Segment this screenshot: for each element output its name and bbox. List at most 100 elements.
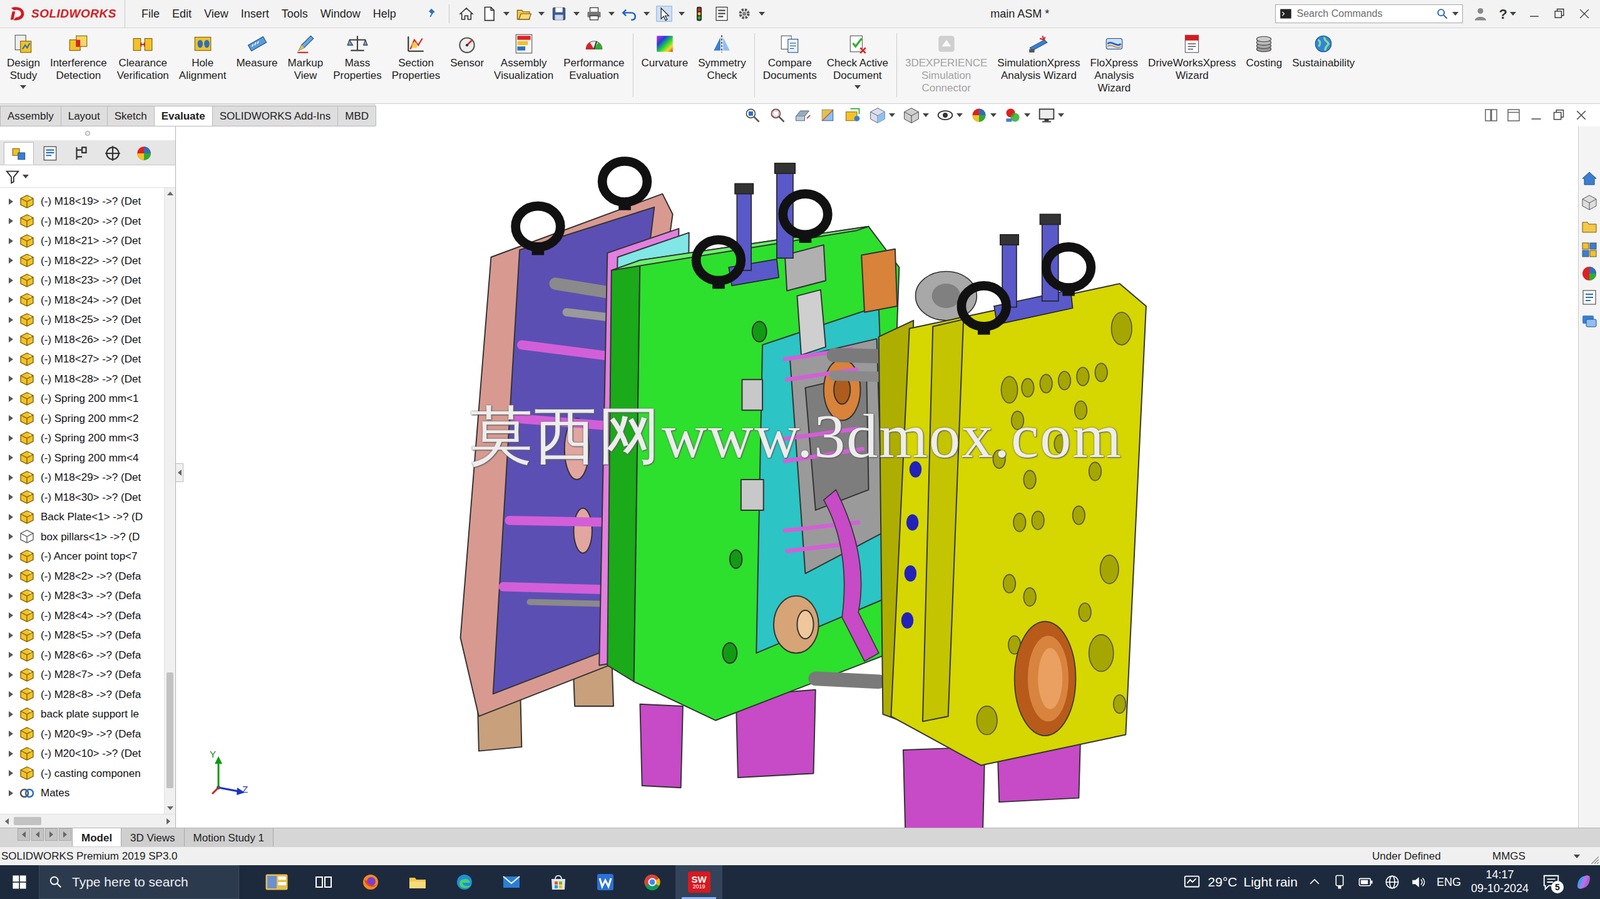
search-input[interactable] [1295, 5, 1433, 22]
expand-toggle[interactable] [8, 356, 14, 363]
windows-logo-icon[interactable] [11, 873, 28, 891]
scroll-thumb[interactable] [166, 672, 174, 789]
view-tool[interactable] [743, 106, 762, 124]
new-document-icon[interactable] [480, 5, 498, 22]
file-explorer-icon[interactable] [1579, 216, 1599, 236]
menu-item[interactable]: Insert [235, 3, 275, 26]
expand-toggle[interactable] [8, 572, 14, 580]
forum-icon[interactable] [1579, 311, 1599, 331]
view-orientation-icon[interactable] [868, 106, 887, 124]
expand-toggle[interactable] [8, 789, 14, 797]
tree-item[interactable]: (-) M28<4> ->? (Defa [0, 605, 165, 626]
doc-minimize-icon[interactable] [1528, 107, 1544, 123]
expand-toggle[interactable] [8, 296, 14, 303]
hscroll-track[interactable] [13, 814, 162, 828]
design-library-icon[interactable] [1579, 192, 1599, 212]
ribbon-button[interactable]: SectionProperties [387, 33, 445, 83]
expand-toggle[interactable] [8, 612, 14, 619]
previous-view-icon[interactable] [793, 106, 812, 124]
ribbon-button[interactable]: SimulationXpressAnalysis Wizard [992, 33, 1085, 83]
view-tool[interactable] [843, 106, 862, 124]
ribbon-button[interactable]: Sensor [445, 33, 489, 70]
dropdown-arrow-icon[interactable] [854, 85, 861, 89]
scroll-up-button[interactable] [167, 187, 174, 200]
taskbar-app[interactable] [628, 865, 676, 899]
input-language[interactable]: ENG [1436, 873, 1462, 891]
taskbar-app[interactable] [393, 865, 441, 899]
show-hidden-icons-icon[interactable] [1307, 875, 1322, 889]
view-palette-icon[interactable] [1579, 240, 1599, 260]
dynamic-annotation-icon[interactable] [843, 106, 862, 124]
ribbon-button[interactable]: Costing [1241, 33, 1288, 70]
dropdown-arrow-icon[interactable] [22, 174, 29, 179]
dropdown-arrow-icon[interactable] [678, 11, 685, 16]
copilot-icon[interactable] [1573, 871, 1594, 893]
file-properties-icon[interactable] [713, 5, 730, 22]
ribbon-button[interactable]: MassProperties [328, 33, 386, 83]
help-menu[interactable]: ? [1499, 3, 1517, 25]
horizontal-scrollbar[interactable] [0, 813, 176, 828]
view-tool[interactable] [868, 106, 896, 124]
tree-item[interactable]: (-) M28<3> ->? (Defa [0, 585, 165, 606]
tab-scroll-button[interactable] [17, 828, 31, 841]
tree-item[interactable]: (-) M28<5> ->? (Defa [0, 625, 165, 646]
tree-item[interactable]: Back Plate<1> ->? (D [0, 507, 165, 528]
rebuild-icon[interactable] [691, 5, 708, 22]
options-gear-icon[interactable] [736, 5, 753, 22]
view-tool[interactable] [793, 106, 812, 124]
taskbar-search-input[interactable] [70, 871, 239, 893]
ribbon-button[interactable]: PerformanceEvaluation [558, 33, 629, 83]
apply-scene-icon[interactable] [1004, 106, 1022, 124]
vertical-scrollbar[interactable] [164, 187, 176, 814]
zoom-area-icon[interactable] [768, 106, 787, 124]
tree-item[interactable]: (-) M28<7> ->? (Defa [0, 664, 165, 685]
tree-item[interactable]: (-) casting componen [0, 763, 165, 784]
tree-item[interactable]: (-) M20<10> ->? (Det [0, 743, 165, 764]
expand-toggle[interactable] [8, 277, 14, 284]
dropdown-arrow-icon[interactable] [888, 113, 896, 118]
ribbon-button[interactable]: DriveWorksXpressWizard [1143, 33, 1241, 83]
tree-item[interactable]: (-) Spring 200 mm<2 [0, 408, 165, 429]
dropdown-arrow-icon[interactable] [922, 113, 929, 118]
pin-icon[interactable] [426, 6, 441, 21]
tree-item[interactable]: (-) M18<26> ->? (Det [0, 329, 165, 350]
dropdown-arrow-icon[interactable] [1057, 113, 1065, 118]
unit-system[interactable]: MMGS [1492, 848, 1574, 865]
split-view-icon[interactable] [1506, 107, 1522, 123]
expand-toggle[interactable] [8, 316, 14, 324]
expand-toggle[interactable] [8, 769, 14, 777]
taskbar-app[interactable] [252, 865, 300, 899]
view-tool[interactable] [936, 106, 963, 124]
network-icon[interactable] [1384, 873, 1401, 891]
graphics-area[interactable]: 莫西网www.3dmox.com YZ [175, 126, 1579, 828]
panel-tab[interactable] [128, 142, 159, 165]
dropdown-arrow-icon[interactable] [990, 113, 997, 118]
tree-item[interactable]: (-) M18<24> ->? (Det [0, 290, 165, 311]
scroll-right-button[interactable] [161, 815, 176, 827]
ribbon-button[interactable]: InterferenceDetection [45, 33, 112, 83]
tree-item[interactable]: (-) M20<9> ->? (Defa [0, 724, 165, 745]
tree-item[interactable]: box pillars<1> ->? (D [0, 527, 165, 548]
tree-item[interactable]: Mates [0, 783, 165, 804]
ribbon-button[interactable]: Sustainability [1287, 33, 1359, 70]
expand-toggle[interactable] [8, 592, 14, 600]
scroll-track[interactable] [164, 199, 176, 803]
ribbon-button[interactable]: Check ActiveDocument [822, 33, 893, 89]
menu-item[interactable]: View [199, 3, 234, 26]
expand-toggle[interactable] [8, 671, 14, 678]
expand-toggle[interactable] [8, 651, 14, 658]
bottom-tab[interactable]: Model [71, 828, 122, 849]
tab-scroll-button[interactable] [31, 828, 44, 841]
ribbon-button[interactable]: ClearanceVerification [112, 33, 174, 83]
expand-toggle[interactable] [8, 474, 14, 481]
expand-toggle[interactable] [8, 632, 14, 639]
dropdown-arrow-icon[interactable] [758, 11, 765, 16]
restore-icon[interactable] [1552, 6, 1567, 21]
tree-item[interactable]: (-) M28<6> ->? (Defa [0, 645, 165, 666]
taskbar-app[interactable] [299, 865, 347, 899]
expand-toggle[interactable] [8, 691, 14, 698]
edit-appearance-icon[interactable] [970, 106, 988, 124]
ds-logo-icon[interactable] [8, 4, 28, 24]
tab-scroll-button[interactable] [45, 828, 58, 841]
clock[interactable]: 14:1709-10-2024 [1471, 868, 1529, 896]
